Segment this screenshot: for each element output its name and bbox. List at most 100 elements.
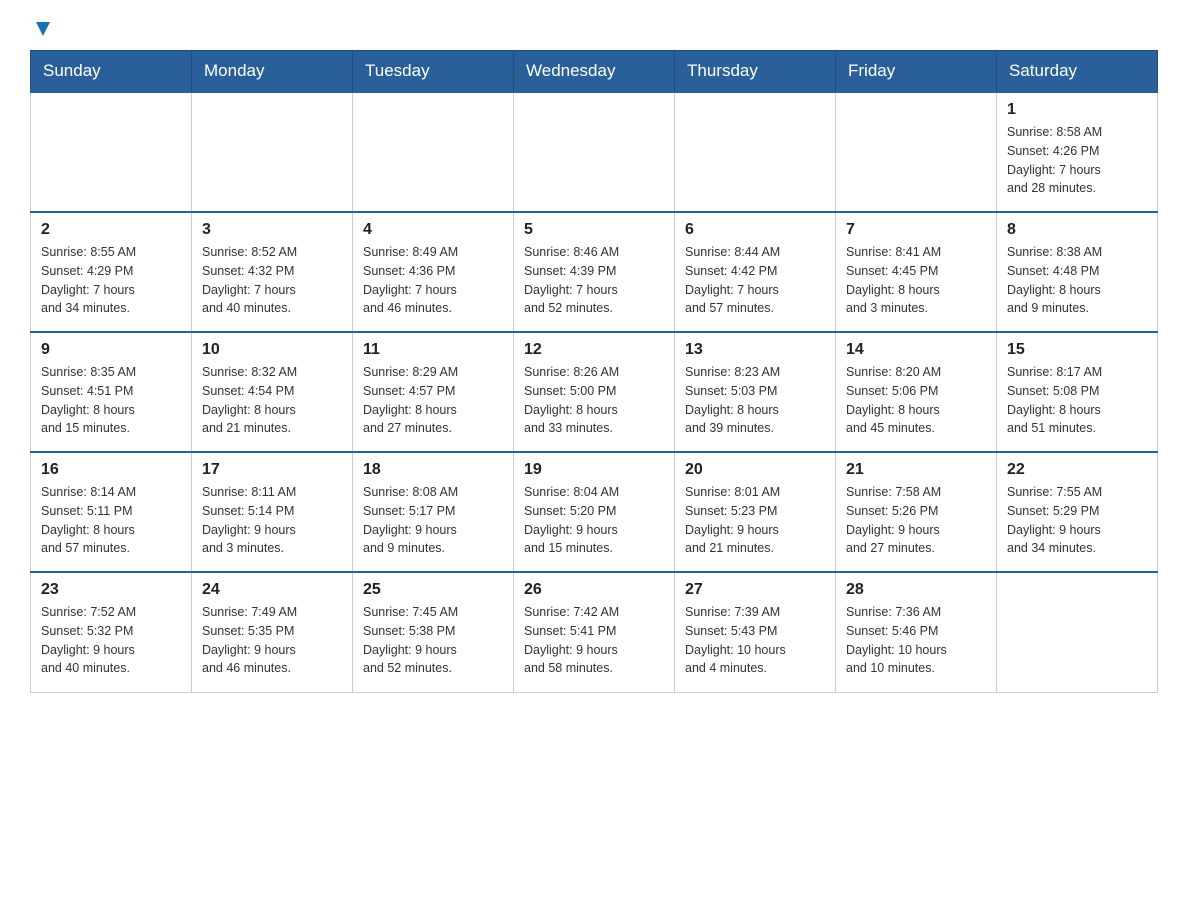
day-info: Sunrise: 8:46 AM Sunset: 4:39 PM Dayligh… [524, 243, 664, 318]
day-cell: 9 Sunrise: 8:35 AM Sunset: 4:51 PM Daylig… [31, 332, 192, 452]
day-cell: 18 Sunrise: 8:08 AM Sunset: 5:17 PM Dayli… [353, 452, 514, 572]
day-number: 10 [202, 341, 342, 359]
day-cell: 13 Sunrise: 8:23 AM Sunset: 5:03 PM Dayli… [675, 332, 836, 452]
day-number: 1 [1007, 101, 1147, 119]
day-cell: 10 Sunrise: 8:32 AM Sunset: 4:54 PM Dayli… [192, 332, 353, 452]
day-cell: 4 Sunrise: 8:49 AM Sunset: 4:36 PM Daylig… [353, 212, 514, 332]
day-number: 26 [524, 581, 664, 599]
day-number: 5 [524, 221, 664, 239]
day-cell: 5 Sunrise: 8:46 AM Sunset: 4:39 PM Daylig… [514, 212, 675, 332]
weekday-header-wednesday: Wednesday [514, 51, 675, 93]
day-info: Sunrise: 8:17 AM Sunset: 5:08 PM Dayligh… [1007, 363, 1147, 438]
day-cell: 21Sunrise: 7:58 AM Sunset: 5:26 PM Dayli… [836, 452, 997, 572]
page-header [30, 20, 1158, 40]
day-info: Sunrise: 7:52 AM Sunset: 5:32 PM Dayligh… [41, 603, 181, 678]
day-info: Sunrise: 7:49 AM Sunset: 5:35 PM Dayligh… [202, 603, 342, 678]
day-cell: 15 Sunrise: 8:17 AM Sunset: 5:08 PM Dayli… [997, 332, 1158, 452]
day-number: 18 [363, 461, 503, 479]
day-number: 8 [1007, 221, 1147, 239]
day-number: 12 [524, 341, 664, 359]
weekday-header-monday: Monday [192, 51, 353, 93]
day-cell: 6 Sunrise: 8:44 AM Sunset: 4:42 PM Daylig… [675, 212, 836, 332]
weekday-header-sunday: Sunday [31, 51, 192, 93]
day-cell: 24 Sunrise: 7:49 AM Sunset: 5:35 PM Dayli… [192, 572, 353, 692]
day-info: Sunrise: 8:08 AM Sunset: 5:17 PM Dayligh… [363, 483, 503, 558]
day-number: 27 [685, 581, 825, 599]
day-cell: 25 Sunrise: 7:45 AM Sunset: 5:38 PM Dayli… [353, 572, 514, 692]
day-cell: 19 Sunrise: 8:04 AM Sunset: 5:20 PM Dayli… [514, 452, 675, 572]
day-number: 4 [363, 221, 503, 239]
day-cell: 28 Sunrise: 7:36 AM Sunset: 5:46 PM Dayli… [836, 572, 997, 692]
day-cell: 11 Sunrise: 8:29 AM Sunset: 4:57 PM Dayli… [353, 332, 514, 452]
day-cell: 17 Sunrise: 8:11 AM Sunset: 5:14 PM Dayli… [192, 452, 353, 572]
day-number: 6 [685, 221, 825, 239]
day-cell [675, 92, 836, 212]
day-cell: 27 Sunrise: 7:39 AM Sunset: 5:43 PM Dayli… [675, 572, 836, 692]
day-cell: 8 Sunrise: 8:38 AM Sunset: 4:48 PM Daylig… [997, 212, 1158, 332]
day-info: Sunrise: 8:26 AM Sunset: 5:00 PM Dayligh… [524, 363, 664, 438]
weekday-header-thursday: Thursday [675, 51, 836, 93]
day-number: 25 [363, 581, 503, 599]
day-cell: 26 Sunrise: 7:42 AM Sunset: 5:41 PM Dayli… [514, 572, 675, 692]
day-number: 17 [202, 461, 342, 479]
day-cell: 16Sunrise: 8:14 AM Sunset: 5:11 PM Dayli… [31, 452, 192, 572]
day-number: 7 [846, 221, 986, 239]
day-number: 23 [41, 581, 181, 599]
week-row-4: 16Sunrise: 8:14 AM Sunset: 5:11 PM Dayli… [31, 452, 1158, 572]
day-info: Sunrise: 8:20 AM Sunset: 5:06 PM Dayligh… [846, 363, 986, 438]
day-number: 22 [1007, 461, 1147, 479]
week-row-5: 23 Sunrise: 7:52 AM Sunset: 5:32 PM Dayli… [31, 572, 1158, 692]
day-info: Sunrise: 8:29 AM Sunset: 4:57 PM Dayligh… [363, 363, 503, 438]
day-cell [353, 92, 514, 212]
day-info: Sunrise: 7:45 AM Sunset: 5:38 PM Dayligh… [363, 603, 503, 678]
logo [30, 20, 54, 40]
weekday-header-saturday: Saturday [997, 51, 1158, 93]
day-info: Sunrise: 8:55 AM Sunset: 4:29 PM Dayligh… [41, 243, 181, 318]
day-cell: 7 Sunrise: 8:41 AM Sunset: 4:45 PM Daylig… [836, 212, 997, 332]
day-cell: 1 Sunrise: 8:58 AM Sunset: 4:26 PM Daylig… [997, 92, 1158, 212]
day-cell: 20 Sunrise: 8:01 AM Sunset: 5:23 PM Dayli… [675, 452, 836, 572]
day-number: 21 [846, 461, 986, 479]
weekday-header-row: SundayMondayTuesdayWednesdayThursdayFrid… [31, 51, 1158, 93]
day-info: Sunrise: 7:36 AM Sunset: 5:46 PM Dayligh… [846, 603, 986, 678]
logo-triangle-icon [32, 18, 54, 40]
day-cell: 22Sunrise: 7:55 AM Sunset: 5:29 PM Dayli… [997, 452, 1158, 572]
day-info: Sunrise: 8:01 AM Sunset: 5:23 PM Dayligh… [685, 483, 825, 558]
day-info: Sunrise: 8:14 AM Sunset: 5:11 PM Dayligh… [41, 483, 181, 558]
day-cell: 3 Sunrise: 8:52 AM Sunset: 4:32 PM Daylig… [192, 212, 353, 332]
day-info: Sunrise: 8:44 AM Sunset: 4:42 PM Dayligh… [685, 243, 825, 318]
day-info: Sunrise: 8:38 AM Sunset: 4:48 PM Dayligh… [1007, 243, 1147, 318]
day-cell [836, 92, 997, 212]
day-info: Sunrise: 8:04 AM Sunset: 5:20 PM Dayligh… [524, 483, 664, 558]
day-cell: 14 Sunrise: 8:20 AM Sunset: 5:06 PM Dayli… [836, 332, 997, 452]
day-info: Sunrise: 8:49 AM Sunset: 4:36 PM Dayligh… [363, 243, 503, 318]
day-info: Sunrise: 8:32 AM Sunset: 4:54 PM Dayligh… [202, 363, 342, 438]
day-number: 14 [846, 341, 986, 359]
day-cell [192, 92, 353, 212]
day-number: 19 [524, 461, 664, 479]
day-cell: 23 Sunrise: 7:52 AM Sunset: 5:32 PM Dayli… [31, 572, 192, 692]
day-number: 3 [202, 221, 342, 239]
day-info: Sunrise: 7:39 AM Sunset: 5:43 PM Dayligh… [685, 603, 825, 678]
day-info: Sunrise: 8:52 AM Sunset: 4:32 PM Dayligh… [202, 243, 342, 318]
day-number: 9 [41, 341, 181, 359]
day-info: Sunrise: 7:42 AM Sunset: 5:41 PM Dayligh… [524, 603, 664, 678]
day-info: Sunrise: 8:35 AM Sunset: 4:51 PM Dayligh… [41, 363, 181, 438]
day-cell: 12 Sunrise: 8:26 AM Sunset: 5:00 PM Dayli… [514, 332, 675, 452]
week-row-1: 1 Sunrise: 8:58 AM Sunset: 4:26 PM Daylig… [31, 92, 1158, 212]
day-info: Sunrise: 8:41 AM Sunset: 4:45 PM Dayligh… [846, 243, 986, 318]
day-number: 28 [846, 581, 986, 599]
day-info: Sunrise: 8:23 AM Sunset: 5:03 PM Dayligh… [685, 363, 825, 438]
calendar-table: SundayMondayTuesdayWednesdayThursdayFrid… [30, 50, 1158, 693]
day-number: 20 [685, 461, 825, 479]
weekday-header-tuesday: Tuesday [353, 51, 514, 93]
week-row-3: 9 Sunrise: 8:35 AM Sunset: 4:51 PM Daylig… [31, 332, 1158, 452]
day-info: Sunrise: 8:58 AM Sunset: 4:26 PM Dayligh… [1007, 123, 1147, 198]
day-number: 11 [363, 341, 503, 359]
day-number: 13 [685, 341, 825, 359]
week-row-2: 2Sunrise: 8:55 AM Sunset: 4:29 PM Daylig… [31, 212, 1158, 332]
day-number: 24 [202, 581, 342, 599]
day-info: Sunrise: 8:11 AM Sunset: 5:14 PM Dayligh… [202, 483, 342, 558]
day-number: 15 [1007, 341, 1147, 359]
day-cell [31, 92, 192, 212]
